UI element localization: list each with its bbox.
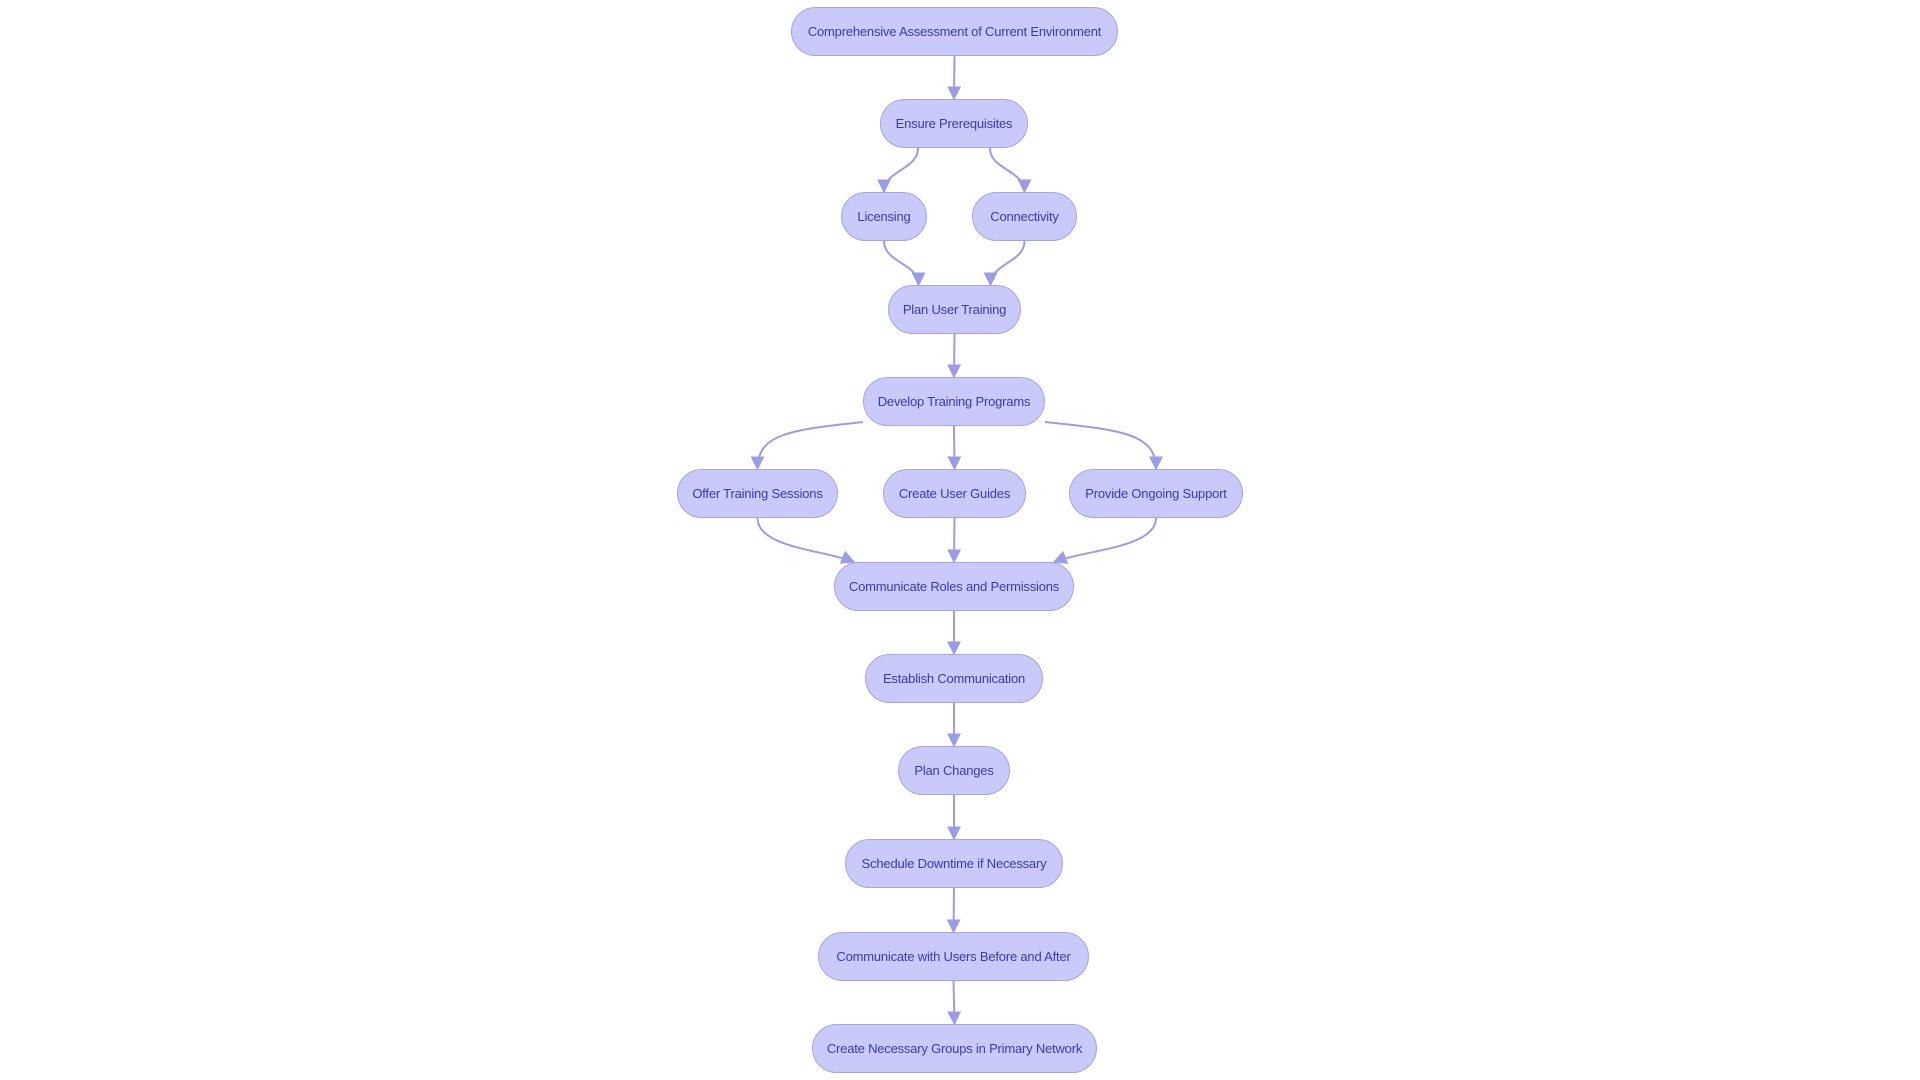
node-label: Communicate Roles and Permissions xyxy=(848,579,1060,594)
edge-develop-to-offer xyxy=(750,421,864,471)
node-plan-training: Plan User Training xyxy=(888,285,1021,334)
edges-layer xyxy=(750,55,1163,1026)
edge-connectivity-to-plan_training xyxy=(983,240,1026,287)
node-establish: Establish Communication xyxy=(865,654,1043,703)
node-plan-changes: Plan Changes xyxy=(898,746,1010,795)
node-connectivity: Connectivity xyxy=(972,192,1077,241)
node-groups: Create Necessary Groups in Primary Netwo… xyxy=(812,1024,1097,1073)
node-assess: Comprehensive Assessment of Current Envi… xyxy=(791,7,1118,56)
edge-prereq-to-connectivity xyxy=(989,147,1032,194)
node-licensing: Licensing xyxy=(841,192,927,241)
edge-assess-to-prereq xyxy=(947,55,962,101)
node-label: Communicate with Users Before and After xyxy=(836,949,1071,964)
node-label: Plan User Training xyxy=(902,302,1007,317)
node-label: Licensing xyxy=(857,209,911,224)
node-label: Create User Guides xyxy=(898,486,1011,501)
edge-support-to-roles xyxy=(1052,517,1157,564)
edge-guides-to-roles xyxy=(947,517,962,564)
node-label: Schedule Downtime if Necessary xyxy=(861,856,1047,871)
node-prereq: Ensure Prerequisites xyxy=(880,99,1028,148)
edge-develop-to-guides xyxy=(947,425,962,471)
node-label: Develop Training Programs xyxy=(877,394,1031,409)
node-develop: Develop Training Programs xyxy=(863,377,1045,426)
edge-prereq-to-licensing xyxy=(877,147,919,194)
node-label: Create Necessary Groups in Primary Netwo… xyxy=(826,1041,1083,1056)
node-support: Provide Ongoing Support xyxy=(1069,469,1243,518)
node-offer: Offer Training Sessions xyxy=(677,469,838,518)
node-guides: Create User Guides xyxy=(883,469,1026,518)
node-label: Connectivity xyxy=(990,209,1059,224)
node-comm-users: Communicate with Users Before and After xyxy=(818,932,1089,981)
node-roles: Communicate Roles and Permissions xyxy=(834,562,1074,611)
edge-downtime-to-comm_users xyxy=(946,887,961,934)
node-label: Comprehensive Assessment of Current Envi… xyxy=(807,24,1102,39)
edge-offer-to-roles xyxy=(756,517,856,564)
edge-develop-to-support xyxy=(1044,421,1163,471)
edge-comm_users-to-groups xyxy=(947,980,962,1026)
edge-licensing-to-plan_training xyxy=(883,240,926,287)
edge-plan_training-to-develop xyxy=(947,333,962,379)
node-downtime: Schedule Downtime if Necessary xyxy=(845,839,1063,888)
node-label: Offer Training Sessions xyxy=(692,486,823,501)
node-label: Provide Ongoing Support xyxy=(1085,486,1227,501)
node-label: Establish Communication xyxy=(882,671,1026,686)
node-label: Plan Changes xyxy=(914,763,994,778)
node-label: Ensure Prerequisites xyxy=(895,116,1013,131)
